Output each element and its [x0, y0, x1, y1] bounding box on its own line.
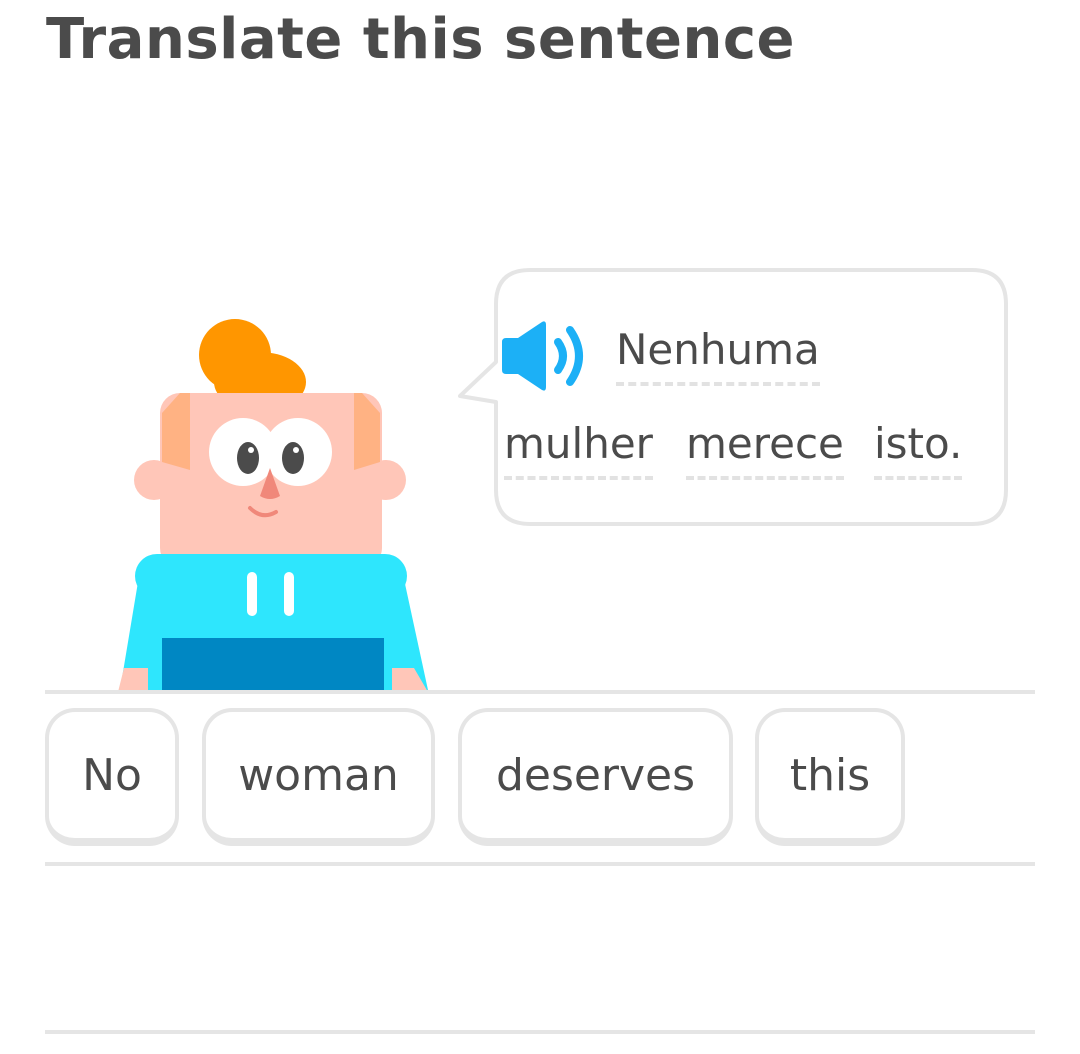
answer-line-middle — [45, 862, 1035, 866]
speech-bubble-outline — [458, 268, 1008, 526]
answer-line-bottom — [45, 1030, 1035, 1034]
prompt-word[interactable]: isto. — [874, 418, 963, 480]
prompt-word-text: merece — [686, 418, 844, 480]
prompt-word[interactable]: mulher — [504, 418, 653, 480]
word-tile-woman[interactable]: woman — [202, 708, 435, 846]
character-illustration — [110, 310, 450, 695]
prompt-word-text: Nenhuma — [616, 324, 820, 386]
word-tile-this[interactable]: this — [755, 708, 905, 846]
prompt-word-text: mulher — [504, 418, 653, 480]
play-audio-button[interactable] — [500, 320, 592, 392]
prompt-word[interactable]: merece — [686, 418, 844, 480]
word-tile-deserves[interactable]: deserves — [458, 708, 733, 846]
page-title: Translate this sentence — [46, 7, 796, 72]
answer-line-top — [45, 690, 1035, 694]
prompt-word[interactable]: Nenhuma — [616, 324, 820, 386]
speaker-icon — [502, 321, 583, 391]
prompt-word-text: isto. — [874, 418, 963, 480]
word-tile-no[interactable]: No — [45, 708, 179, 846]
speech-bubble: Nenhuma mulher merece isto. — [458, 268, 1008, 526]
